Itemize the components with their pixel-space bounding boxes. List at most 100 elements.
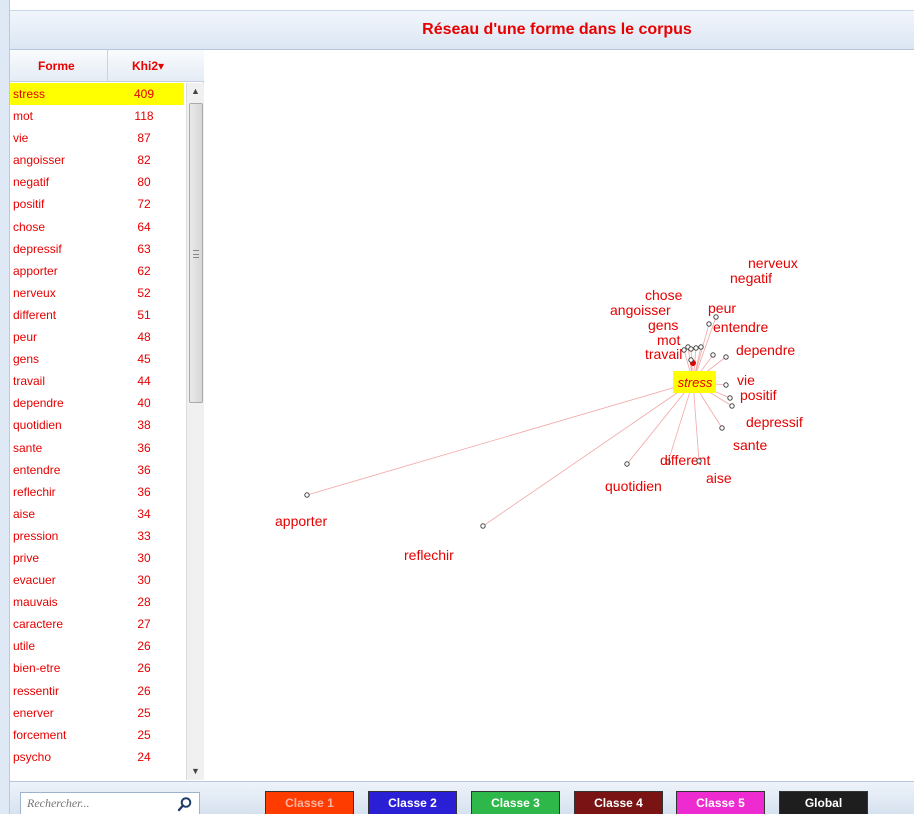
list-item-khi2: 36 <box>137 484 151 499</box>
node-label-travail[interactable]: travail <box>645 346 682 362</box>
node-label-nerveux[interactable]: nerveux <box>748 255 798 271</box>
scroll-thumb[interactable] <box>189 103 203 403</box>
node-dot-sante[interactable] <box>719 425 725 431</box>
list-item[interactable]: reflechir 36 <box>10 481 184 503</box>
node-label-aise[interactable]: aise <box>706 470 732 486</box>
list-item[interactable]: nerveux 52 <box>10 282 184 304</box>
node-label-positif[interactable]: positif <box>740 387 777 403</box>
list-item-khi2: 33 <box>137 528 151 543</box>
node-dot-depressif[interactable] <box>729 403 735 409</box>
class-button-3[interactable]: Classe 3 <box>471 791 560 814</box>
list-item[interactable]: pression 33 <box>10 525 184 547</box>
list-item-khi2: 40 <box>137 396 151 411</box>
list-item-khi2: 44 <box>137 374 151 389</box>
node-dot-quotidien[interactable] <box>624 461 630 467</box>
list-item-forme: negatif <box>13 175 50 190</box>
list-item-khi2: 26 <box>137 639 151 654</box>
list-item[interactable]: prive 30 <box>10 547 184 569</box>
list-item[interactable]: entendre 36 <box>10 459 184 481</box>
node-label-different[interactable]: different <box>660 452 710 468</box>
list-item[interactable]: sante 36 <box>10 437 184 459</box>
scroll-down-arrow-icon[interactable]: ▼ <box>187 763 204 780</box>
list-item-khi2: 80 <box>137 175 151 190</box>
list-item-khi2: 25 <box>137 727 151 742</box>
list-item[interactable]: stress 409 <box>10 83 184 106</box>
list-item[interactable]: different 51 <box>10 304 184 326</box>
node-dot-mot[interactable] <box>693 345 699 351</box>
list-item-khi2: 30 <box>137 550 151 565</box>
node-label-apporter[interactable]: apporter <box>275 513 327 529</box>
node-dot-gens[interactable] <box>688 346 694 352</box>
list-item[interactable]: forcement 25 <box>10 724 184 746</box>
list-item[interactable]: angoisser 82 <box>10 149 184 171</box>
list-item[interactable]: mot 118 <box>10 105 184 127</box>
node-label-dependre[interactable]: dependre <box>736 342 795 358</box>
node-dot-positif[interactable] <box>727 395 733 401</box>
list-item-forme: different <box>13 307 57 322</box>
list-item[interactable]: chose 64 <box>10 216 184 238</box>
class-button-4[interactable]: Classe 4 <box>574 791 663 814</box>
node-label-chose[interactable]: chose <box>645 287 683 303</box>
search-input[interactable] <box>21 793 171 814</box>
node-label-negatif[interactable]: negatif <box>730 270 772 286</box>
list-item[interactable]: dependre 40 <box>10 392 184 414</box>
node-dot-angoisser[interactable] <box>681 347 687 353</box>
node-dot-vie[interactable] <box>723 382 729 388</box>
page-title: Réseau d'une forme dans le corpus <box>422 21 692 38</box>
node-label-depressif[interactable]: depressif <box>746 414 803 430</box>
list-item[interactable]: caractere 27 <box>10 613 184 635</box>
scroll-up-arrow-icon[interactable]: ▲ <box>187 83 204 100</box>
list-item[interactable]: negatif 80 <box>10 171 184 193</box>
node-label-angoisser[interactable]: angoisser <box>610 302 671 318</box>
node-dot-peur[interactable] <box>698 344 704 350</box>
list-item[interactable]: psycho 24 <box>10 746 184 768</box>
list-item[interactable]: vie 87 <box>10 127 184 149</box>
node-dot-reflechir[interactable] <box>480 523 486 529</box>
list-item[interactable]: depressif 63 <box>10 238 184 260</box>
node-label-quotidien[interactable]: quotidien <box>605 478 662 494</box>
list-item-khi2: 24 <box>137 749 151 764</box>
list-item[interactable]: enerver 25 <box>10 702 184 724</box>
list-item[interactable]: bien-etre 26 <box>10 657 184 679</box>
node-dot-aise[interactable] <box>696 458 702 464</box>
list-item-khi2: 27 <box>137 617 151 632</box>
search-icon[interactable] <box>177 796 193 812</box>
node-dot-apporter[interactable] <box>304 492 310 498</box>
list-scrollbar[interactable]: ▲ ▼ <box>186 83 204 780</box>
list-item[interactable]: ressentir 26 <box>10 680 184 702</box>
list-item[interactable]: apporter 62 <box>10 260 184 282</box>
list-item[interactable]: peur 48 <box>10 326 184 348</box>
node-dot-dependre[interactable] <box>723 354 729 360</box>
column-header-forme[interactable]: Forme <box>38 59 75 73</box>
list-item[interactable]: travail 44 <box>10 370 184 392</box>
column-header-khi2[interactable]: Khi2▾ <box>132 59 164 73</box>
class-button-5[interactable]: Classe 5 <box>676 791 765 814</box>
node-label-sante[interactable]: sante <box>733 437 767 453</box>
class-button-2[interactable]: Classe 2 <box>368 791 457 814</box>
list-item[interactable]: quotidien 38 <box>10 414 184 436</box>
list-item-forme: peur <box>13 330 38 345</box>
node-dot-negatif[interactable] <box>706 321 712 327</box>
list-item[interactable]: mauvais 28 <box>10 591 184 613</box>
list-item-forme: dependre <box>13 396 64 411</box>
class-button-6[interactable]: Global <box>779 791 868 814</box>
network-graph[interactable]: stress nerveux negatif chose peur angoisser ge… <box>205 50 914 780</box>
node-label-reflechir[interactable]: reflechir <box>404 547 454 563</box>
class-button-1[interactable]: Classe 1 <box>265 791 354 814</box>
node-label-vie[interactable]: vie <box>737 372 755 388</box>
center-node-label[interactable]: stress <box>678 375 713 390</box>
list-item[interactable]: evacuer 30 <box>10 569 184 591</box>
list-item[interactable]: gens 45 <box>10 348 184 370</box>
list-item[interactable]: utile 26 <box>10 635 184 657</box>
node-label-gens[interactable]: gens <box>648 317 678 333</box>
node-label-peur[interactable]: peur <box>708 300 736 316</box>
list-item-forme: quotidien <box>13 418 62 433</box>
list-item-khi2: 52 <box>137 285 151 300</box>
node-label-entendre[interactable]: entendre <box>713 319 768 335</box>
node-dot-travail[interactable] <box>688 357 694 363</box>
list-item[interactable]: aise 34 <box>10 503 184 525</box>
list-item-khi2: 28 <box>137 595 151 610</box>
node-dot-entendre[interactable] <box>710 352 716 358</box>
list-item[interactable]: positif 72 <box>10 193 184 215</box>
list-item-khi2: 63 <box>137 241 151 256</box>
